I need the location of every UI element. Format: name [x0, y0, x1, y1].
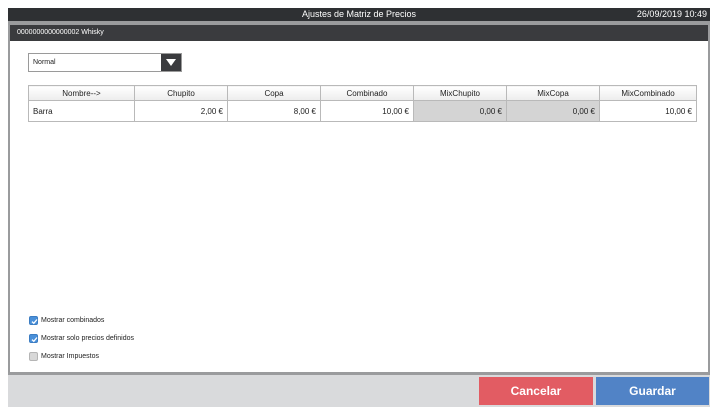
checkbox-label: Mostrar Impuestos	[41, 353, 99, 360]
checkbox-label: Mostrar combinados	[41, 317, 105, 324]
checkbox-unchecked-icon[interactable]	[29, 352, 38, 361]
price-cell-disabled: 0,00 €	[506, 100, 600, 122]
product-header: 0000000000000002 Whisky	[10, 25, 708, 41]
price-matrix-table: Nombre--> Chupito Copa Combinado MixChup…	[28, 85, 697, 122]
datetime-display: 26/09/2019 10:49	[636, 9, 707, 19]
title-bar: Ajustes de Matriz de Precios 26/09/2019 …	[8, 8, 710, 21]
cancel-button[interactable]: Cancelar	[479, 377, 593, 405]
column-header: MixChupito	[413, 85, 507, 101]
price-cell[interactable]: 8,00 €	[227, 100, 321, 122]
column-header: Nombre-->	[28, 85, 135, 101]
price-level-dropdown[interactable]: Normal	[28, 53, 182, 72]
save-button[interactable]: Guardar	[596, 377, 709, 405]
column-header: Chupito	[134, 85, 228, 101]
price-cell[interactable]: 2,00 €	[134, 100, 228, 122]
chevron-down-icon	[166, 59, 176, 66]
price-matrix-panel: 0000000000000002 Whisky Normal Nombre-->…	[8, 21, 710, 375]
checkbox-checked-icon[interactable]	[29, 316, 38, 325]
table-row: Barra 2,00 € 8,00 € 10,00 € 0,00 € 0,00 …	[28, 100, 697, 122]
column-header: MixCopa	[506, 85, 600, 101]
dropdown-selected-value: Normal	[33, 59, 56, 66]
panel-content: 0000000000000002 Whisky Normal Nombre-->…	[10, 25, 708, 372]
checkbox-label: Mostrar solo precios definidos	[41, 335, 134, 342]
dropdown-arrow-button[interactable]	[161, 54, 181, 71]
checkbox-checked-icon[interactable]	[29, 334, 38, 343]
table-header-row: Nombre--> Chupito Copa Combinado MixChup…	[28, 85, 697, 101]
product-title: 0000000000000002 Whisky	[17, 29, 104, 36]
column-header: Copa	[227, 85, 321, 101]
window-title: Ajustes de Matriz de Precios	[301, 9, 417, 19]
column-header: MixCombinado	[599, 85, 697, 101]
price-cell[interactable]: 10,00 €	[599, 100, 697, 122]
price-cell-disabled: 0,00 €	[413, 100, 507, 122]
footer-bar: Cancelar Guardar	[8, 375, 710, 407]
row-name-cell: Barra	[28, 100, 135, 122]
column-header: Combinado	[320, 85, 414, 101]
price-cell[interactable]: 10,00 €	[320, 100, 414, 122]
